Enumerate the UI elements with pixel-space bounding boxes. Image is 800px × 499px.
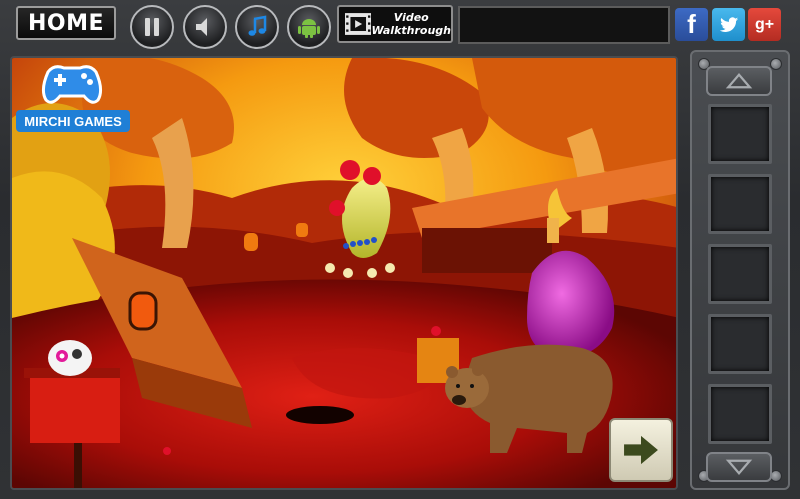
video-walkthrough-label: Video Walkthrough <box>371 11 451 37</box>
game-scene: MIRCHI GAMES <box>10 56 678 490</box>
googleplus-button[interactable]: g+ <box>748 8 781 41</box>
chevron-down-icon <box>725 459 753 476</box>
mirchi-games-logo[interactable]: MIRCHI GAMES <box>14 62 132 136</box>
inventory-panel <box>690 50 790 490</box>
twitter-button[interactable] <box>712 8 745 41</box>
android-button[interactable] <box>287 5 331 49</box>
gamepad-icon <box>41 65 103 104</box>
inventory-scroll-down-button[interactable] <box>706 452 772 482</box>
bolt-decoration <box>770 58 782 70</box>
inventory-slot-1[interactable] <box>708 104 772 164</box>
chevron-up-icon <box>725 72 753 89</box>
pause-button[interactable] <box>130 5 174 49</box>
android-icon <box>298 19 320 38</box>
inventory-slot-4[interactable] <box>708 314 772 374</box>
googleplus-icon: g+ <box>754 15 775 33</box>
music-button[interactable] <box>235 5 279 49</box>
inventory-slot-2[interactable] <box>708 174 772 234</box>
pause-icon <box>145 18 159 36</box>
top-bar: HOME Video Walkthrough f g+ <box>0 0 800 50</box>
sound-button[interactable] <box>183 5 227 49</box>
home-button[interactable]: HOME <box>16 6 116 40</box>
twitter-icon <box>719 16 738 32</box>
video-label-line2: Walkthrough <box>371 24 451 37</box>
logo-text: MIRCHI GAMES <box>16 110 130 132</box>
facebook-button[interactable]: f <box>675 8 708 41</box>
inventory-scroll-up-button[interactable] <box>706 66 772 96</box>
next-scene-button[interactable] <box>609 418 673 482</box>
facebook-icon: f <box>687 9 696 39</box>
banner-slot <box>458 6 670 44</box>
video-walkthrough-button[interactable]: Video Walkthrough <box>337 5 453 43</box>
film-icon <box>345 13 372 35</box>
sound-icon <box>196 18 207 36</box>
video-label-line1: Video <box>393 11 429 24</box>
arrow-right-icon <box>624 435 658 465</box>
inventory-slot-3[interactable] <box>708 244 772 304</box>
music-icon <box>248 15 267 36</box>
inventory-slot-5[interactable] <box>708 384 772 444</box>
